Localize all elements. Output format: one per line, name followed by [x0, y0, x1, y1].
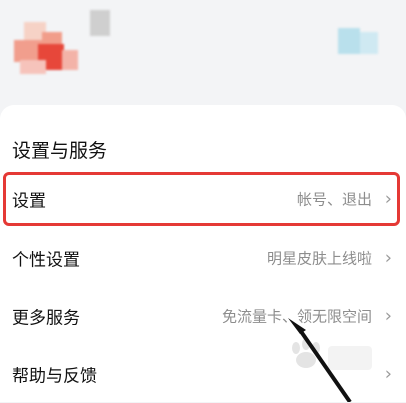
annotation-arrow — [288, 318, 352, 402]
